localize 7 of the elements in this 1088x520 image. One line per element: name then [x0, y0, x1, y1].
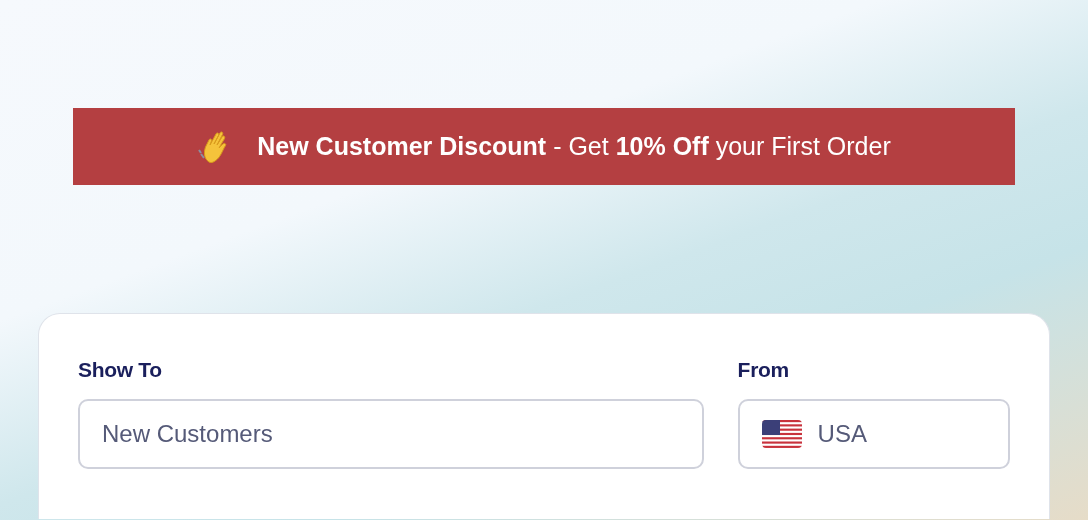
- field-label: Show To: [78, 357, 163, 383]
- field-label: From: [737, 357, 790, 383]
- promo-text: New Customer Discount - Get 10% Off your First Order: [257, 130, 891, 162]
- text-input[interactable]: New Customers: [78, 398, 704, 469]
- flag-icon: [761, 419, 802, 448]
- country-input[interactable]: USA: [817, 415, 986, 452]
- country-select[interactable]: USA: [737, 398, 1010, 469]
